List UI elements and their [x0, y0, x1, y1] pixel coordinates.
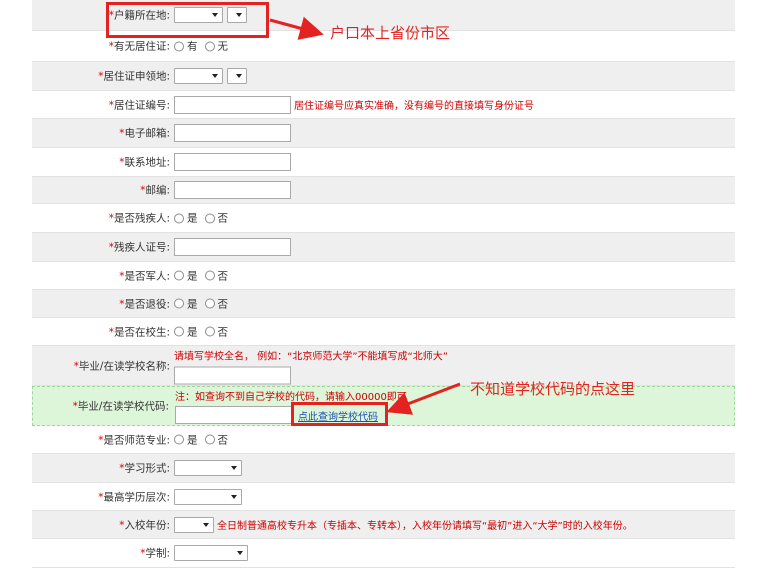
permit-province-select[interactable]: [174, 68, 223, 84]
radio-icon: [204, 213, 215, 223]
chevron-down-icon: [231, 466, 237, 470]
radio-icon: [174, 270, 184, 281]
edu-level-select[interactable]: [174, 488, 242, 505]
radio-disabled-no[interactable]: 否: [204, 211, 228, 226]
row-disabled: *是否残疾人: 是 否: [32, 204, 735, 233]
label-bianhao: *居住证编号:: [108, 99, 170, 111]
disabled-number-input[interactable]: [174, 238, 291, 256]
row-edu-level: *最高学历层次:: [32, 483, 735, 511]
radio-icon: [204, 298, 215, 309]
permit-city-select[interactable]: [227, 68, 247, 84]
row-disabled-number: *残疾人证号:: [32, 233, 735, 262]
radio-icon: [204, 326, 215, 337]
radio-normal-yes[interactable]: 是: [174, 432, 198, 447]
radio-student-yes[interactable]: 是: [174, 324, 198, 339]
chevron-down-icon: [231, 494, 237, 499]
radio-student-no[interactable]: 否: [204, 324, 228, 339]
row-normal: *是否师范专业: 是 否: [32, 426, 735, 454]
annotation-box-query-button: [291, 402, 388, 426]
row-duration: *学制:: [32, 539, 735, 568]
radio-icon: [174, 41, 184, 51]
label-disabled: *是否残疾人:: [108, 212, 170, 225]
annotation-box-huji: [106, 2, 269, 38]
label-edu-level: *最高学历层次:: [98, 491, 170, 503]
permit-number-hint: 居住证编号应真实准确，没有编号的直接填写身份证号: [294, 101, 534, 112]
postcode-input[interactable]: [174, 181, 291, 199]
row-address: *联系地址:: [32, 148, 735, 177]
radio-veteran-no[interactable]: 否: [204, 296, 228, 311]
label-enroll-year: *入校年份:: [119, 519, 170, 531]
radio-icon: [174, 298, 184, 309]
row-enroll-year: *入校年份: 全日制普通高校专升本（专插本、专转本），入校年份请填写“最初”进入…: [32, 511, 735, 539]
label-student: *是否在校生:: [108, 326, 170, 338]
address-input[interactable]: [174, 153, 291, 171]
duration-select[interactable]: [174, 545, 248, 561]
radio-icon: [174, 434, 184, 445]
chevron-down-icon: [237, 551, 243, 555]
row-study-form: *学习形式:: [32, 454, 735, 483]
row-soldier: *是否军人: 是 否: [32, 262, 735, 290]
email-input[interactable]: [174, 124, 291, 142]
label-soldier: *是否军人:: [119, 270, 170, 282]
permit-number-input[interactable]: [174, 95, 291, 114]
radio-icon: [204, 41, 215, 51]
radio-icon: [174, 213, 184, 223]
enroll-year-select[interactable]: [174, 516, 214, 533]
label-school-name: *毕业/在读学校名称:: [73, 360, 170, 372]
label-postcode: *邮编:: [140, 184, 170, 197]
label-study-form: *学习形式:: [119, 462, 170, 475]
label-address: *联系地址:: [119, 156, 170, 169]
row-veteran: *是否退役: 是 否: [32, 290, 735, 318]
label-juzhuzheng: *有无居住证:: [108, 40, 170, 53]
label-duration: *学制:: [140, 547, 170, 560]
enroll-year-hint: 全日制普通高校专升本（专插本、专转本），入校年份请填写“最初”进入“大学”时的入…: [217, 521, 633, 532]
label-email: *电子邮箱:: [119, 127, 170, 140]
school-code-input[interactable]: [175, 406, 292, 424]
radio-normal-no[interactable]: 否: [204, 432, 228, 447]
row-student: *是否在校生: 是 否: [32, 318, 735, 346]
label-veteran: *是否退役:: [119, 298, 170, 310]
radio-veteran-yes[interactable]: 是: [174, 296, 198, 311]
label-school-code: *毕业/在读学校代码:: [72, 400, 169, 413]
radio-soldier-no[interactable]: 否: [204, 268, 228, 283]
row-postcode: *邮编:: [32, 177, 735, 204]
row-email: *电子邮箱:: [32, 119, 735, 148]
row-lingdi: *居住证申领地:: [32, 62, 735, 91]
chevron-down-icon: [203, 522, 209, 527]
radio-icon: [174, 326, 184, 337]
registration-form: *户籍所在地: *有无居住证: 有 无 *居住证申领地: *居住证编号: 居住证…: [32, 0, 735, 568]
school-name-hint: 请填写学校全名， 例如：“北京师范大学”不能填写成“北师大”: [174, 351, 448, 362]
school-name-input[interactable]: [174, 366, 291, 384]
label-normal: *是否师范专业:: [98, 434, 170, 446]
annotation-huji-note: 户口本上省份市区: [330, 24, 451, 42]
radio-disabled-yes[interactable]: 是: [174, 211, 198, 226]
study-form-select[interactable]: [174, 460, 242, 476]
annotation-code-note: 不知道学校代码的点这里: [470, 380, 636, 398]
radio-residence-no[interactable]: 无: [204, 39, 228, 54]
label-disabled-number: *残疾人证号:: [108, 241, 170, 254]
row-bianhao: *居住证编号: 居住证编号应真实准确，没有编号的直接填写身份证号: [32, 91, 735, 119]
chevron-down-icon: [212, 74, 218, 78]
radio-residence-yes[interactable]: 有: [174, 39, 198, 54]
school-code-hint: 注：如查询不到自己学校的代码，请输入00000即可: [175, 392, 407, 403]
radio-icon: [204, 270, 215, 281]
label-lingdi: *居住证申领地:: [98, 70, 170, 83]
radio-soldier-yes[interactable]: 是: [174, 268, 198, 283]
radio-icon: [204, 434, 215, 445]
chevron-down-icon: [236, 74, 242, 78]
